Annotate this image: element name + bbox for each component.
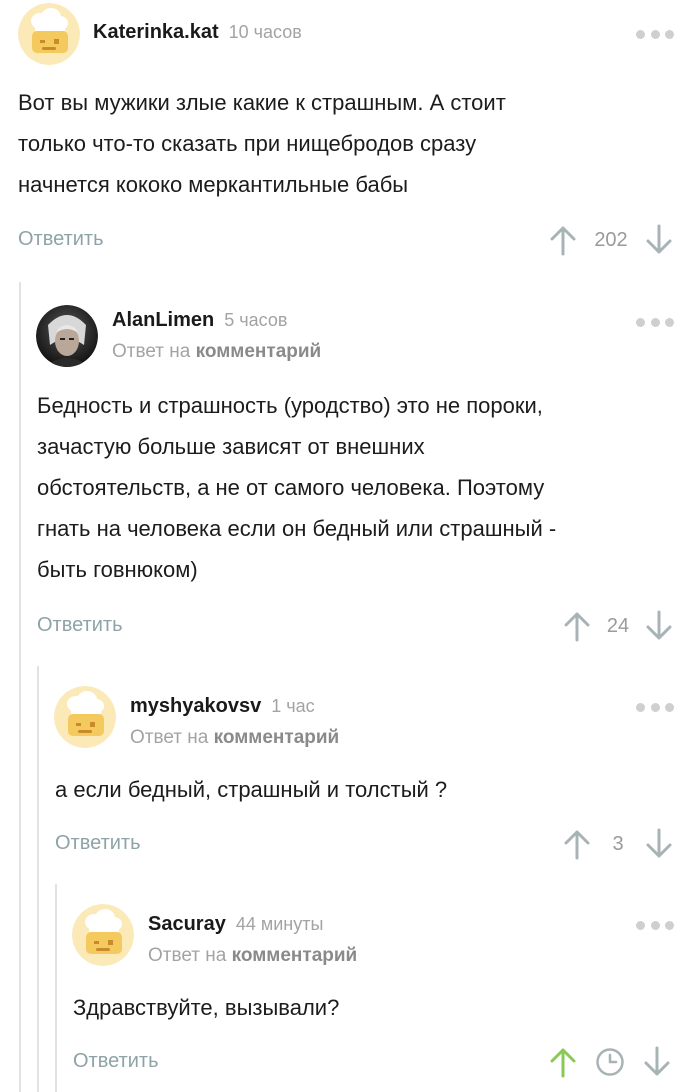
comment: Katerinka.kat 10 часов Вот вы мужики злые… <box>0 0 700 270</box>
parent-comment-link[interactable]: комментарий <box>196 341 322 362</box>
upvote-arrow-icon[interactable] <box>562 828 592 860</box>
clock-icon <box>596 1048 624 1076</box>
parent-comment-link[interactable]: комментарий <box>214 727 340 748</box>
avatar[interactable] <box>36 305 98 367</box>
upvote-arrow-icon[interactable] <box>562 610 592 642</box>
reply-reference: Ответ на комментарий <box>130 727 340 748</box>
comment-text: Вот вы мужики злые какие к страшным. А с… <box>18 90 506 197</box>
avatar[interactable] <box>54 686 116 748</box>
downvote-arrow-icon[interactable] <box>644 224 674 256</box>
comment-text: а если бедный, страшный и толстый ? <box>55 777 448 802</box>
reply-button[interactable]: Ответить <box>18 228 104 251</box>
parent-comment-link[interactable]: комментарий <box>232 945 358 966</box>
rating-count: 202 <box>594 228 628 251</box>
comment-time: 1 час <box>271 696 315 716</box>
vote-controls: 202 <box>548 224 674 256</box>
comment-time: 5 часов <box>224 310 288 330</box>
downvote-arrow-icon[interactable] <box>644 828 674 860</box>
comment-time: 10 часов <box>228 22 302 42</box>
upvote-arrow-active-icon[interactable] <box>548 1046 578 1078</box>
reply-button[interactable]: Ответить <box>73 1050 159 1073</box>
comment-time: 44 минуты <box>235 914 324 934</box>
comment-text: Здравствуйте, вызывали? <box>73 995 340 1020</box>
chef-hat-avatar-icon <box>72 904 134 966</box>
upvote-arrow-icon[interactable] <box>548 224 578 256</box>
downvote-arrow-icon[interactable] <box>642 1046 672 1078</box>
more-options-icon[interactable] <box>636 702 674 712</box>
more-options-icon[interactable] <box>636 920 674 930</box>
reply-reference: Ответ на комментарий <box>112 341 322 362</box>
more-options-icon[interactable] <box>636 29 674 39</box>
downvote-arrow-icon[interactable] <box>644 610 674 642</box>
comment-author[interactable]: AlanLimen 5 часов <box>112 309 287 332</box>
comment-text: Бедность и страшность (уродство) это не … <box>37 393 557 582</box>
comment-author[interactable]: myshyakovsv 1 час <box>130 695 315 718</box>
comment: AlanLimen 5 часов Ответ на комментарий Бе… <box>0 280 700 660</box>
more-options-icon[interactable] <box>636 317 674 327</box>
avatar[interactable] <box>18 3 80 65</box>
comment: myshyakovsv 1 час Ответ на комментарий а … <box>0 666 700 876</box>
chef-hat-avatar-icon <box>18 3 80 65</box>
reply-button[interactable]: Ответить <box>55 832 141 855</box>
reply-reference: Ответ на комментарий <box>148 945 358 966</box>
reply-button[interactable]: Ответить <box>37 614 123 637</box>
rating-count: 3 <box>612 832 624 855</box>
comment-author[interactable]: Sacuray 44 минуты <box>148 913 323 936</box>
rating-count: 24 <box>606 614 630 637</box>
photo-avatar-icon <box>36 305 98 367</box>
vote-controls: 24 <box>562 610 674 642</box>
vote-controls: 3 <box>562 828 674 860</box>
comment-author[interactable]: Katerinka.kat 10 часов <box>93 21 302 44</box>
vote-controls <box>548 1046 672 1078</box>
chef-hat-avatar-icon <box>54 686 116 748</box>
avatar[interactable] <box>72 904 134 966</box>
comment: Sacuray 44 минуты Ответ на комментарий Зд… <box>0 884 700 1092</box>
